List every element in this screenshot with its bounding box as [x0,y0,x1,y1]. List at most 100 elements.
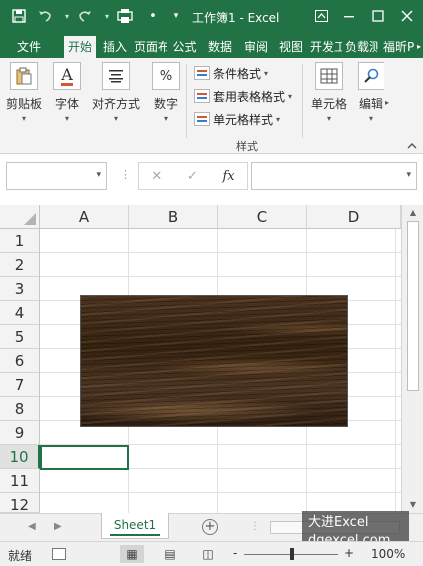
zoom-in-button[interactable]: + [344,546,354,560]
tab-foxit-pdf[interactable]: 福昕PDF [383,36,415,58]
table-format-label: 套用表格格式 [213,89,286,104]
page-layout-view-icon[interactable]: ▤ [158,545,182,563]
scroll-up-icon[interactable]: ▲ [407,207,419,219]
table-format-button[interactable]: 套用表格格式 ▾ [194,86,292,106]
scroll-thumb[interactable] [407,221,419,391]
column-header-d[interactable]: D [307,205,401,229]
sheet-next-icon[interactable]: ▶ [54,521,62,532]
row-header[interactable]: 9 [0,421,40,445]
row-header[interactable]: 2 [0,253,40,277]
expand-formula-icon[interactable]: ▾ [406,170,411,180]
conditional-format-button[interactable]: 条件格式 ▾ [194,63,268,83]
window-title: 工作簿1 - Excel [192,11,280,25]
tab-data[interactable]: 数据 [204,36,236,58]
watermark-line1: 大进Excel [308,515,369,530]
vertical-scrollbar[interactable]: ▲ ▼ [401,205,423,513]
cell-styles-icon [194,112,210,126]
chevron-down-icon: ▾ [21,114,26,123]
column-header-c[interactable]: C [218,205,307,229]
tab-page-layout[interactable]: 页面布局 [134,36,167,58]
status-ready: 就绪 [8,549,33,563]
align-icon [102,62,130,90]
cell-styles-button[interactable]: 单元格样式 ▾ [194,109,280,129]
zoom-level[interactable]: 100% [371,547,405,561]
conditional-format-label: 条件格式 [213,66,262,81]
scroll-down-icon[interactable]: ▼ [407,499,419,511]
active-cell[interactable] [40,445,129,470]
minimize-icon[interactable] [338,6,360,26]
cells-label: 单元格 [310,97,347,111]
styles-group-label: 样式 [236,140,258,153]
chevron-down-icon[interactable]: ▾ [96,170,101,180]
maximize-icon[interactable] [367,6,389,26]
number-label: 数字 [153,97,178,111]
tab-formulas[interactable]: 公式 [169,36,200,58]
row-header[interactable]: 3 [0,277,40,301]
number-group[interactable]: % 数字 ▾ [150,62,182,130]
status-bar: 就绪 ▦ ▤ ◫ - + 100% [0,541,423,566]
chevron-down-icon: ▾ [264,68,269,78]
wood-texture-picture[interactable] [80,295,348,427]
formula-bar-grip[interactable]: ⋮ [120,168,131,181]
tab-insert[interactable]: 插入 [99,36,131,58]
chevron-down-icon: ▾ [276,114,281,124]
select-all-button[interactable] [0,205,40,229]
tab-load-test[interactable]: 负载测试 [345,36,378,58]
editing-group[interactable]: 编辑 ▾ [358,62,384,130]
column-header-b[interactable]: B [129,205,218,229]
row-header[interactable]: 8 [0,397,40,421]
sheet-tab[interactable]: Sheet1 [101,513,169,539]
formula-buttons: ✕ ✓ fx [138,162,248,190]
row-header[interactable]: 11 [0,469,40,493]
tab-review[interactable]: 审阅 [240,36,272,58]
clipboard-group[interactable]: 剪贴板 ▾ [5,62,43,130]
name-box[interactable]: ▾ [6,162,107,190]
undo-icon[interactable] [34,6,56,26]
page-break-view-icon[interactable]: ◫ [196,545,220,563]
ribbon-display-icon[interactable] [310,6,332,26]
chevron-down-icon: ▾ [113,114,118,123]
add-sheet-icon[interactable]: + [202,519,218,535]
alignment-label: 对齐方式 [91,97,140,111]
percent-icon: % [152,62,180,90]
ribbon-more-icon[interactable]: ▸ [385,98,389,107]
column-header-a[interactable]: A [40,205,129,229]
macro-record-icon[interactable] [52,548,66,560]
tab-developer[interactable]: 开发工具 [310,36,342,58]
save-icon[interactable] [8,6,30,26]
cells-icon [315,62,343,90]
alignment-group[interactable]: 对齐方式 ▾ [89,62,143,130]
qat-customize-icon[interactable]: ▾ [165,6,187,26]
row-header[interactable]: 5 [0,325,40,349]
tab-home[interactable]: 开始 [64,36,96,58]
collapse-ribbon-icon[interactable] [407,142,417,152]
zoom-slider-thumb[interactable] [290,548,294,560]
font-group[interactable]: A 字体 ▾ [51,62,83,130]
redo-icon[interactable] [74,6,96,26]
print-preview-icon[interactable] [114,6,136,26]
row-header[interactable]: 1 [0,229,40,253]
tab-split-handle[interactable]: ⋮ [250,521,260,532]
row-header[interactable]: 6 [0,349,40,373]
row-header-selected[interactable]: 10 [0,445,40,469]
clipboard-label: 剪贴板 [5,97,42,111]
cells-group[interactable]: 单元格 ▾ [309,62,349,130]
ribbon-scroll-icon[interactable]: ▸ [415,36,423,58]
cancel-icon[interactable]: ✕ [151,169,162,184]
row-header[interactable]: 12 [0,493,40,514]
row-header[interactable]: 4 [0,301,40,325]
formula-bar: ▾ ⋮ ✕ ✓ fx ▾ [0,154,423,200]
qat-dot[interactable]: • [142,6,164,26]
formula-input[interactable]: ▾ [251,162,417,190]
zoom-out-button[interactable]: - [233,546,237,560]
tab-file[interactable]: 文件 [4,36,54,58]
normal-view-icon[interactable]: ▦ [120,545,144,563]
close-icon[interactable] [396,6,418,26]
sheet-prev-icon[interactable]: ◀ [28,521,36,532]
chevron-down-icon: ▾ [64,114,69,123]
enter-icon[interactable]: ✓ [187,169,198,184]
clipboard-icon [10,62,38,90]
tab-view[interactable]: 视图 [275,36,307,58]
row-header[interactable]: 7 [0,373,40,397]
insert-function-button[interactable]: fx [222,169,234,184]
